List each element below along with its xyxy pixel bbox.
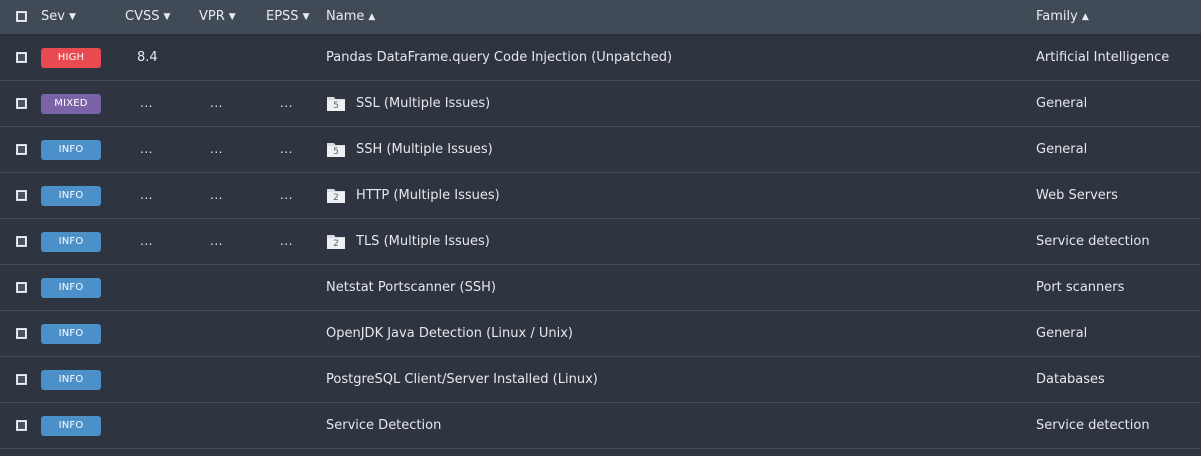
vpr-value: ... (210, 96, 223, 110)
row-checkbox[interactable] (16, 420, 27, 431)
cvss-value: ... (140, 142, 153, 156)
severity-badge: INFO (41, 232, 101, 252)
severity-badge: INFO (41, 186, 101, 206)
table-row[interactable]: HIGH 8.4 Pandas DataFrame.query Code Injec… (0, 35, 1201, 81)
table-header: Sev ▼ CVSS ▼ VPR ▼ EPSS ▼ Name ▲ Family ▲ (0, 0, 1201, 35)
plugin-name[interactable]: Netstat Portscanner (SSH) (326, 265, 496, 310)
plugin-name[interactable]: Pandas DataFrame.query Code Injection (U… (326, 35, 672, 80)
row-checkbox[interactable] (16, 282, 27, 293)
folder-icon: 2 (326, 186, 346, 204)
caret-down-icon: ▼ (68, 12, 76, 22)
cvss-value: ... (140, 188, 153, 202)
cvss-value: 8.4 (137, 50, 158, 65)
plugin-name[interactable]: OpenJDK Java Detection (Linux / Unix) (326, 311, 573, 356)
select-all-checkbox[interactable] (16, 11, 27, 22)
severity-badge: MIXED (41, 94, 101, 114)
vpr-value: ... (210, 142, 223, 156)
vpr-value: ... (210, 188, 223, 202)
severity-badge: INFO (41, 278, 101, 298)
table-row[interactable]: INFO OpenJDK Java Detection (Linux / Unix… (0, 311, 1201, 357)
folder-icon: 5 (326, 94, 346, 112)
epss-value: ... (280, 142, 293, 156)
severity-badge: INFO (41, 416, 101, 436)
family-value: Port scanners (1036, 280, 1125, 295)
row-checkbox[interactable] (16, 374, 27, 385)
row-checkbox[interactable] (16, 236, 27, 247)
table-row[interactable]: INFO......... 5 SSH (Multiple Issues) Gener… (0, 127, 1201, 173)
folder-count: 2 (333, 193, 339, 203)
column-header-family[interactable]: Family ▲ (1036, 0, 1089, 34)
family-value: Artificial Intelligence (1036, 50, 1170, 65)
severity-badge: INFO (41, 324, 101, 344)
column-header-family-label: Family (1036, 9, 1078, 24)
column-header-vpr-label: VPR (199, 9, 225, 24)
plugin-name[interactable]: SSL (Multiple Issues) (356, 81, 490, 126)
column-header-sev[interactable]: Sev ▼ (41, 0, 76, 34)
column-header-sev-label: Sev (41, 9, 65, 24)
severity-badge: HIGH (41, 48, 101, 68)
row-checkbox[interactable] (16, 328, 27, 339)
plugin-name[interactable]: HTTP (Multiple Issues) (356, 173, 500, 218)
column-header-cvss[interactable]: CVSS ▼ (125, 0, 170, 34)
epss-value: ... (280, 234, 293, 248)
severity-badge: INFO (41, 140, 101, 160)
table-row[interactable]: INFO PostgreSQL Client/Server Installed (… (0, 357, 1201, 403)
family-value: General (1036, 96, 1088, 111)
folder-icon: 5 (326, 140, 346, 158)
column-header-name[interactable]: Name ▲ (326, 0, 375, 34)
cvss-value: ... (140, 96, 153, 110)
column-header-vpr[interactable]: VPR ▼ (199, 0, 236, 34)
folder-count: 5 (333, 101, 339, 111)
folder-count: 2 (333, 239, 339, 249)
row-checkbox[interactable] (16, 52, 27, 63)
plugin-name[interactable]: Service Detection (326, 403, 441, 448)
table-row[interactable]: INFO Service Detection Service detection (0, 403, 1201, 449)
caret-up-icon: ▲ (1081, 12, 1089, 22)
family-value: Service detection (1036, 418, 1150, 433)
severity-badge: INFO (41, 370, 101, 390)
plugin-name[interactable]: TLS (Multiple Issues) (356, 219, 490, 264)
epss-value: ... (280, 96, 293, 110)
family-value: Web Servers (1036, 188, 1118, 203)
column-header-name-label: Name (326, 9, 365, 24)
epss-value: ... (280, 188, 293, 202)
row-checkbox[interactable] (16, 190, 27, 201)
family-value: General (1036, 326, 1088, 341)
vpr-value: ... (210, 234, 223, 248)
column-header-cvss-label: CVSS (125, 9, 160, 24)
table-row[interactable]: INFO......... 2 TLS (Multiple Issues) Servi… (0, 219, 1201, 265)
caret-down-icon: ▼ (302, 12, 310, 22)
family-value: Databases (1036, 372, 1105, 387)
folder-icon: 2 (326, 232, 346, 250)
plugin-name[interactable]: SSH (Multiple Issues) (356, 127, 493, 172)
caret-up-icon: ▲ (368, 12, 376, 22)
caret-down-icon: ▼ (228, 12, 236, 22)
cvss-value: ... (140, 234, 153, 248)
column-header-epss[interactable]: EPSS ▼ (266, 0, 309, 34)
table-row[interactable]: INFO......... 2 HTTP (Multiple Issues) Web … (0, 173, 1201, 219)
caret-down-icon: ▼ (163, 12, 171, 22)
family-value: Service detection (1036, 234, 1150, 249)
plugin-name[interactable]: PostgreSQL Client/Server Installed (Linu… (326, 357, 598, 402)
table-row[interactable]: INFO Netstat Portscanner (SSH) Port scanne… (0, 265, 1201, 311)
row-checkbox[interactable] (16, 98, 27, 109)
family-value: General (1036, 142, 1088, 157)
folder-count: 5 (333, 147, 339, 157)
row-checkbox[interactable] (16, 144, 27, 155)
table-row[interactable]: MIXED......... 5 SSL (Multiple Issues) Gene… (0, 81, 1201, 127)
column-header-epss-label: EPSS (266, 9, 299, 24)
vulnerabilities-table: Sev ▼ CVSS ▼ VPR ▼ EPSS ▼ Name ▲ Family ▲ HIGH… (0, 0, 1201, 456)
